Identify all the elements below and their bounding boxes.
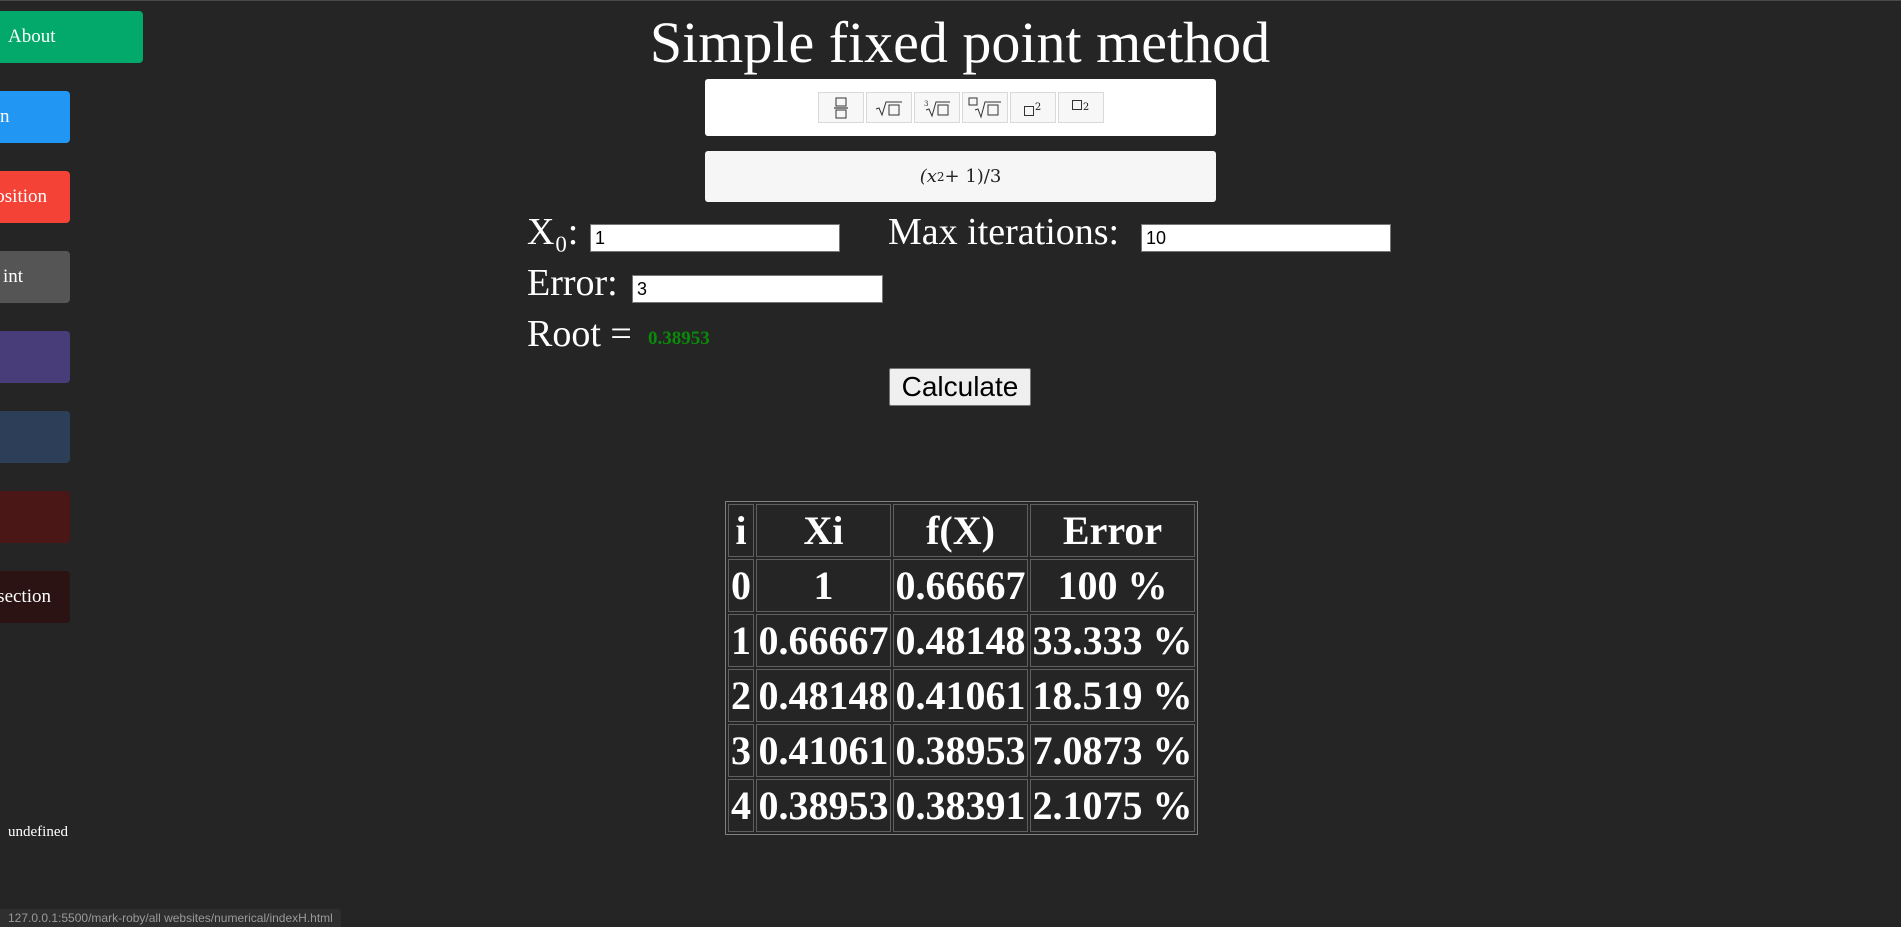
formula-rest: + 1)/3 [944,166,1002,187]
subscript-icon[interactable]: 2 [1057,92,1104,123]
cell-fx: 0.38953 [893,724,1028,777]
max-iterations-label: Max iterations: [888,211,1120,253]
superscript-label: 2 [1034,102,1042,113]
cell-i: 4 [728,779,754,832]
square-root-icon[interactable] [865,92,912,123]
formula-input[interactable]: (x 2 + 1)/3 [705,151,1216,202]
cell-i: 1 [728,614,754,667]
cell-xi: 0.41061 [756,724,891,777]
sidebar-footer-text: undefined [8,824,68,840]
page-title: Simple fixed point method [649,10,1271,75]
sidebar-item-label: int [2,266,23,287]
column-header-fx: f(X) [893,504,1028,557]
error-label: Error: [527,262,618,304]
cell-i: 0 [728,559,754,612]
cell-error: 33.333 % [1030,614,1195,667]
column-header-error: Error [1030,504,1195,557]
table-row: 4 0.38953 0.38391 2.1075 % [728,779,1195,832]
cell-error: 2.1075 % [1030,779,1195,832]
formula-exponent: 2 [936,169,945,184]
column-header-i: i [728,504,754,557]
table-row: 3 0.41061 0.38953 7.0873 % [728,724,1195,777]
cell-fx: 0.48148 [893,614,1028,667]
calculate-button[interactable]: Calculate [889,368,1031,406]
table-header-row: i Xi f(X) Error [728,504,1195,557]
superscript-icon[interactable]: 2 [1009,92,1056,123]
cell-error: 18.519 % [1030,669,1195,722]
sidebar-item-1[interactable]: n [0,91,70,143]
cell-xi: 1 [756,559,891,612]
results-table: i Xi f(X) Error 0 1 0.66667 100 % 1 0.66… [725,501,1198,835]
table-row: 2 0.48148 0.41061 18.519 % [728,669,1195,722]
cell-fx: 0.41061 [893,669,1028,722]
sidebar-item-5[interactable] [0,411,70,463]
table-row: 0 1 0.66667 100 % [728,559,1195,612]
x0-input[interactable] [590,224,840,252]
cell-xi: 0.48148 [756,669,891,722]
sidebar-item-4[interactable] [0,331,70,383]
status-bar-url: 127.0.0.1:5500/mark-roby/all websites/nu… [0,909,341,927]
root-value: 0.38953 [648,328,710,349]
cell-i: 3 [728,724,754,777]
subscript-label: 2 [1082,102,1090,113]
root-label: Root = [527,313,632,355]
sidebar-item-label: section [0,586,51,607]
sidebar-item-3[interactable]: int [0,251,70,303]
formula-base: (x [919,166,937,187]
nth-root-icon[interactable] [961,92,1008,123]
column-header-xi: Xi [756,504,891,557]
math-toolbar: 3 2 2 [705,79,1216,136]
sidebar-item-label: position [0,186,47,207]
cell-error: 100 % [1030,559,1195,612]
table-row: 1 0.66667 0.48148 33.333 % [728,614,1195,667]
max-iterations-input[interactable] [1141,224,1391,252]
cell-xi: 0.38953 [756,779,891,832]
sidebar-item-7[interactable]: section [0,571,70,623]
sidebar-item-label: n [0,106,10,127]
cell-xi: 0.66667 [756,614,891,667]
cell-i: 2 [728,669,754,722]
cell-error: 7.0873 % [1030,724,1195,777]
cube-root-icon[interactable]: 3 [913,92,960,123]
x0-label: X₀: [527,211,579,253]
svg-text:3: 3 [924,100,928,108]
fraction-icon[interactable] [817,92,864,123]
top-border [0,0,1901,1]
cell-fx: 0.66667 [893,559,1028,612]
cell-fx: 0.38391 [893,779,1028,832]
error-input[interactable] [632,275,883,303]
sidebar-item-2[interactable]: position [0,171,70,223]
sidebar-item-6[interactable] [0,491,70,543]
